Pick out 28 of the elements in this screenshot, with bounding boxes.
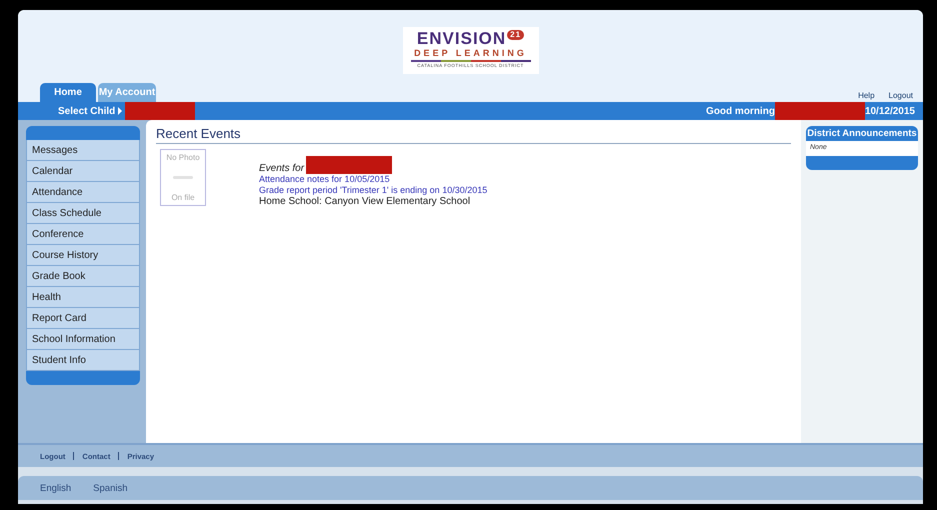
- photo-placeholder: No Photo On file: [160, 149, 206, 206]
- sidebar-item[interactable]: Attendance: [26, 182, 140, 203]
- header-link[interactable]: Help: [858, 91, 875, 100]
- event-link[interactable]: Attendance notes for 10/05/2015: [259, 174, 488, 185]
- greeting-text: Good morning: [706, 106, 775, 116]
- redaction-block: [125, 102, 196, 120]
- select-child-link[interactable]: Select Child: [58, 106, 116, 116]
- events-for-label: Events for: [259, 163, 304, 174]
- faint-logo-icon: [173, 174, 193, 180]
- announcements-header: District Announcements: [806, 126, 918, 141]
- sidebar-item[interactable]: School Information: [26, 329, 140, 350]
- language-link[interactable]: English: [40, 482, 72, 494]
- nav-tab[interactable]: Home: [40, 83, 96, 102]
- sidebar-item[interactable]: Health: [26, 287, 140, 308]
- sidebar-item[interactable]: Conference: [26, 224, 140, 245]
- sidebar-item[interactable]: Course History: [26, 245, 140, 266]
- event-link[interactable]: Grade report period 'Trimester 1' is ending on 10/30/2015: [259, 185, 488, 196]
- header-link[interactable]: Logout: [888, 91, 913, 100]
- sidebar-item[interactable]: Student Info: [26, 350, 140, 371]
- event-text: Home School: Canyon View Elementary School: [259, 196, 472, 207]
- sidebar-item[interactable]: Class Schedule: [26, 203, 140, 224]
- language-link[interactable]: Spanish: [93, 482, 128, 494]
- section-title: Recent Events: [156, 126, 791, 144]
- sidebar-item[interactable]: Report Card: [26, 308, 140, 329]
- sidebar-item[interactable]: Calendar: [26, 161, 140, 182]
- sidebar-item[interactable]: Grade Book: [26, 266, 140, 287]
- date-text: 10/12/2015: [864, 106, 915, 116]
- sidebar-item[interactable]: Messages: [26, 140, 140, 161]
